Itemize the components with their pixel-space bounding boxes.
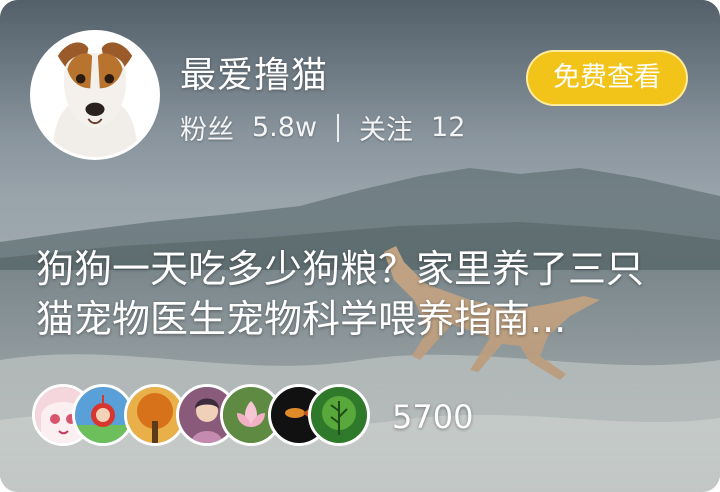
author-name[interactable]: 最爱撸猫	[180, 46, 328, 98]
post-card[interactable]: 最爱撸猫 粉丝 5.8w 关注 12 免费查看 狗狗一天吃多少狗粮？家里养了三只…	[0, 0, 720, 492]
autumn-tree-avatar-icon	[127, 387, 183, 443]
following-label: 关注	[359, 115, 414, 146]
green-tree-avatar-icon	[311, 387, 367, 443]
viewer-avatars[interactable]	[32, 384, 372, 448]
viewer-count: 5700	[392, 398, 474, 436]
teletubby-avatar-icon	[75, 387, 131, 443]
stats-divider	[337, 113, 340, 142]
post-title[interactable]: 狗狗一天吃多少狗粮？家里养了三只猫宠物医生宠物科学喂养指南...	[36, 244, 676, 344]
followers-label: 粉丝	[180, 115, 234, 146]
viewer-avatar	[308, 384, 370, 446]
free-view-button[interactable]: 免费查看	[526, 50, 688, 106]
following-value: 12	[431, 112, 466, 143]
dog-avatar-icon	[33, 33, 157, 157]
author-stats: 粉丝 5.8w 关注 12	[180, 108, 465, 147]
author-avatar[interactable]	[30, 30, 160, 160]
followers-value: 5.8w	[252, 112, 318, 143]
